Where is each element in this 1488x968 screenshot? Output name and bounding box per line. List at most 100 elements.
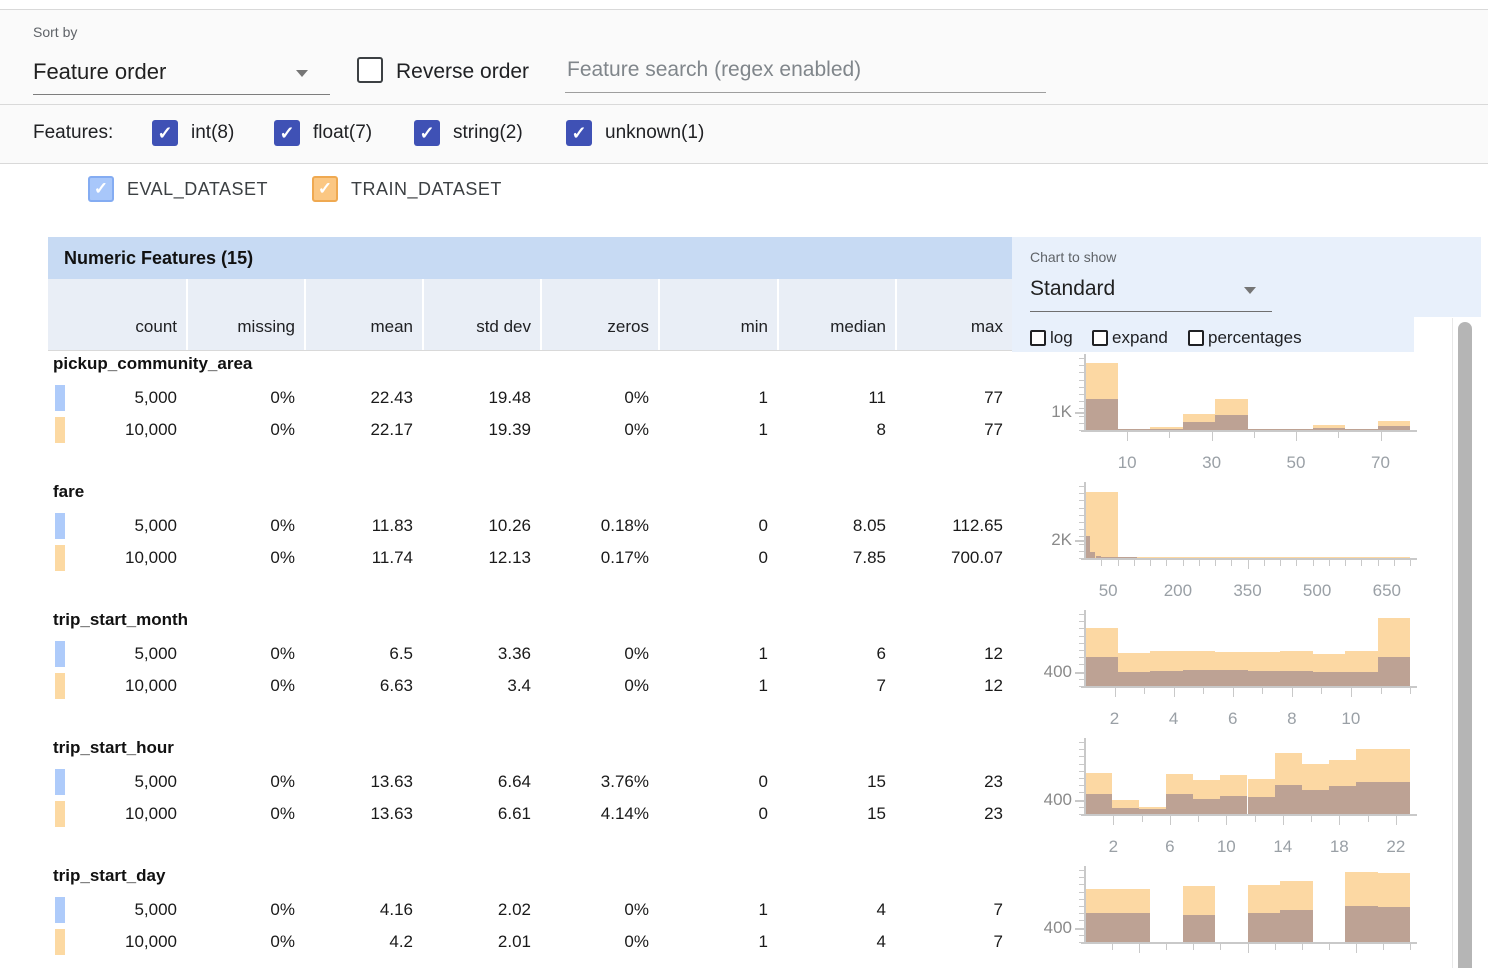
chevron-down-icon[interactable] bbox=[296, 70, 308, 77]
x-tick-label: 6 bbox=[1228, 709, 1237, 729]
y-axis-tick bbox=[1079, 423, 1084, 424]
chart-option-log: log bbox=[1030, 328, 1073, 348]
stat-min: 1 bbox=[658, 644, 777, 664]
features-label: Features: bbox=[33, 122, 113, 144]
y-axis-major-tick bbox=[1075, 800, 1084, 802]
y-axis-line bbox=[1084, 866, 1086, 942]
dataset-toggle-train: ✓ TRAIN_DATASET bbox=[312, 176, 502, 202]
stat-count: 10,000 bbox=[48, 932, 186, 952]
y-axis-major-tick bbox=[1075, 928, 1084, 930]
y-axis-label: 400 bbox=[1040, 662, 1072, 682]
checkbox-unchecked-icon[interactable] bbox=[1188, 330, 1204, 346]
x-tick-label: 30 bbox=[1202, 453, 1221, 473]
checkbox-checked-icon[interactable]: ✓ bbox=[88, 176, 114, 202]
checkbox-checked-icon[interactable]: ✓ bbox=[152, 120, 178, 146]
stat-zeros: 0% bbox=[540, 420, 658, 440]
checkbox-checked-icon[interactable]: ✓ bbox=[312, 176, 338, 202]
x-tick-label: 650 bbox=[1373, 581, 1401, 601]
histogram-trip_start_month: 400246810 bbox=[1040, 608, 1452, 736]
y-axis-tick bbox=[1079, 515, 1084, 516]
y-axis-tick bbox=[1079, 778, 1084, 779]
eval-hist-bar bbox=[1345, 672, 1378, 686]
eval-hist-bar bbox=[1378, 907, 1411, 942]
x-axis-line bbox=[1081, 942, 1417, 944]
y-axis-label: 2K bbox=[1040, 530, 1072, 550]
stat-missing: 0% bbox=[186, 932, 304, 952]
stat-missing: 0% bbox=[186, 420, 304, 440]
features-row-divider bbox=[0, 163, 1488, 164]
stat-median: 8 bbox=[777, 420, 895, 440]
stat-max: 7 bbox=[895, 932, 1012, 952]
x-axis-major-tick bbox=[1351, 688, 1352, 697]
x-axis-major-tick bbox=[1139, 944, 1140, 953]
stat-median: 7.85 bbox=[777, 548, 895, 568]
checkbox-checked-icon[interactable]: ✓ bbox=[414, 120, 440, 146]
stat-mean: 13.63 bbox=[304, 804, 422, 824]
table-row: 10,0000%22.1719.390%1877 bbox=[48, 414, 1012, 446]
y-axis-tick bbox=[1079, 935, 1084, 936]
checkbox-unchecked-icon[interactable] bbox=[1030, 330, 1046, 346]
x-axis-major-tick bbox=[1292, 688, 1293, 697]
table-title: Numeric Features (15) bbox=[48, 237, 1012, 279]
stat-max: 7 bbox=[895, 900, 1012, 920]
x-axis-tick bbox=[1321, 688, 1322, 694]
x-tick-label: 50 bbox=[1287, 453, 1306, 473]
dataset-label: TRAIN_DATASET bbox=[351, 179, 502, 200]
x-axis-major-tick bbox=[1212, 432, 1213, 441]
eval-hist-bar bbox=[1248, 913, 1281, 942]
x-axis-major-tick bbox=[1127, 432, 1128, 441]
x-axis-tick bbox=[1118, 560, 1119, 566]
search-input[interactable] bbox=[567, 58, 1037, 82]
x-tick-label: 200 bbox=[1164, 581, 1192, 601]
stat-std-dev: 3.36 bbox=[422, 644, 540, 664]
scrollbar-thumb[interactable] bbox=[1458, 322, 1472, 968]
x-axis-tick bbox=[1329, 560, 1330, 566]
y-axis-line bbox=[1084, 482, 1086, 558]
stat-zeros: 0.18% bbox=[540, 516, 658, 536]
x-axis-tick bbox=[1329, 944, 1330, 950]
eval-hist-bar bbox=[1383, 782, 1410, 814]
stat-max: 112.65 bbox=[895, 516, 1012, 536]
checkbox-checked-icon[interactable]: ✓ bbox=[566, 120, 592, 146]
chart-to-show-dropdown[interactable]: Standard bbox=[1030, 277, 1115, 301]
table-row: 10,0000%4.22.010%147 bbox=[48, 926, 1012, 958]
stat-mean: 11.83 bbox=[304, 516, 422, 536]
histogram-fare: 2K50200350500650 bbox=[1040, 480, 1452, 608]
stat-std-dev: 2.01 bbox=[422, 932, 540, 952]
y-axis-tick bbox=[1079, 870, 1084, 871]
x-axis-major-tick bbox=[1248, 560, 1249, 569]
column-header-std-dev: std dev bbox=[422, 279, 540, 350]
chevron-down-icon[interactable] bbox=[1244, 287, 1256, 294]
stat-max: 77 bbox=[895, 420, 1012, 440]
stat-count: 5,000 bbox=[48, 644, 186, 664]
feature-name: trip_start_hour bbox=[53, 738, 174, 758]
y-axis-tick bbox=[1079, 643, 1084, 644]
stat-min: 1 bbox=[658, 420, 777, 440]
x-axis-tick bbox=[1112, 944, 1113, 950]
checkbox-unchecked-icon[interactable] bbox=[1092, 330, 1108, 346]
eval-hist-bar bbox=[1183, 670, 1216, 686]
x-axis-tick bbox=[1166, 944, 1167, 950]
eval-hist-bar bbox=[1166, 794, 1193, 814]
sort-by-dropdown[interactable]: Feature order bbox=[33, 59, 166, 85]
stat-zeros: 4.14% bbox=[540, 804, 658, 824]
eval-hist-bar bbox=[1248, 797, 1275, 814]
y-axis-tick bbox=[1079, 792, 1084, 793]
stat-count: 10,000 bbox=[48, 804, 186, 824]
y-axis-tick bbox=[1079, 508, 1084, 509]
y-axis-label: 1K bbox=[1040, 402, 1072, 422]
feature-type-filter-string: ✓ string(2) bbox=[414, 120, 523, 146]
y-axis-label: 400 bbox=[1040, 918, 1072, 938]
stat-median: 11 bbox=[777, 388, 895, 408]
x-axis-tick bbox=[1410, 560, 1411, 566]
feature-name: trip_start_month bbox=[53, 610, 188, 630]
feature-type-label: float(7) bbox=[313, 122, 372, 144]
x-axis-major-tick bbox=[1226, 816, 1227, 825]
feature-type-filter-int: ✓int(8) bbox=[152, 120, 234, 146]
checkbox-checked-icon[interactable]: ✓ bbox=[274, 120, 300, 146]
reverse-order-checkbox[interactable] bbox=[357, 57, 383, 83]
x-axis-tick bbox=[1302, 944, 1303, 950]
feature-type-label: string(2) bbox=[453, 122, 523, 144]
y-axis-tick bbox=[1079, 372, 1084, 373]
y-axis-tick bbox=[1079, 614, 1084, 615]
